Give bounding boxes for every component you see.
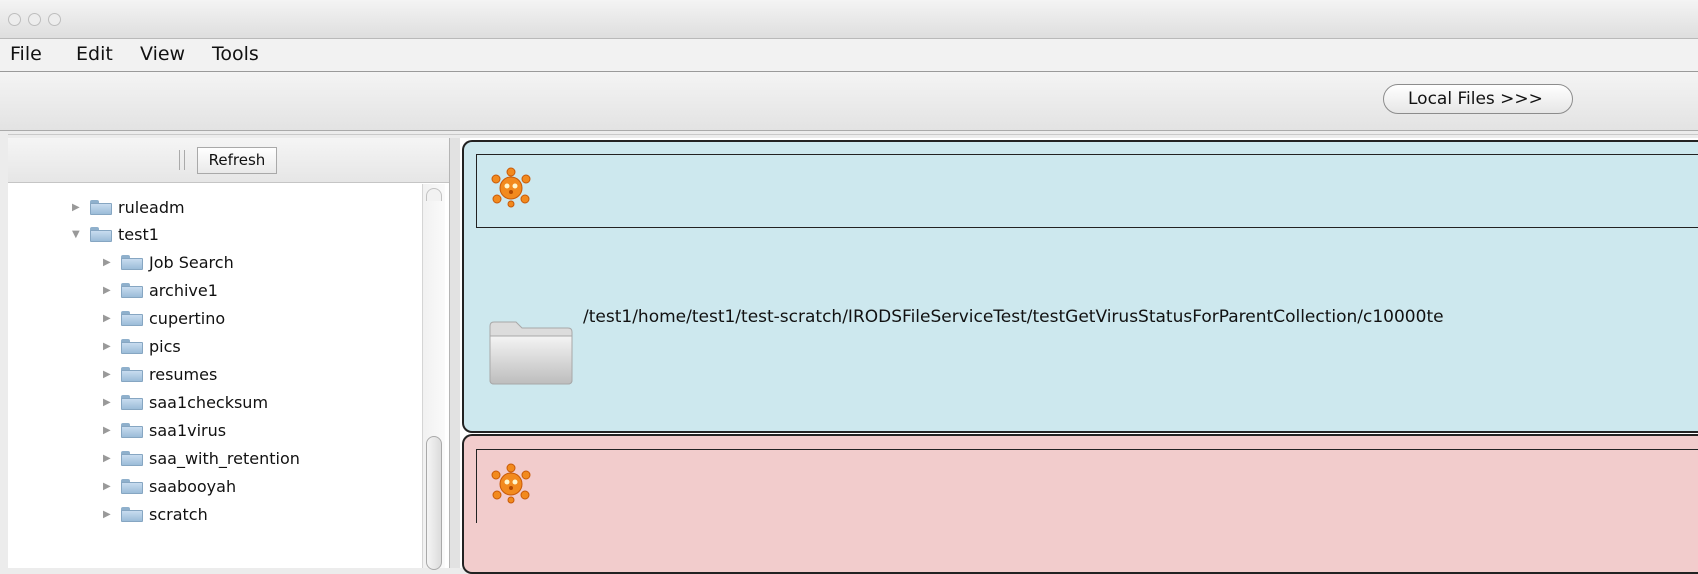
- folder-icon: [121, 478, 143, 494]
- tree-item-saa1virus[interactable]: ▶ saa1virus: [103, 417, 226, 443]
- tree-item-label: resumes: [149, 364, 218, 384]
- tree-item-test1[interactable]: ▼ test1: [72, 221, 159, 247]
- split-pane-divider[interactable]: [450, 138, 460, 568]
- local-files-button[interactable]: Local Files >>>: [1383, 84, 1573, 114]
- folder-icon: [121, 450, 143, 466]
- tree-item-saa1checksum[interactable]: ▶ saa1checksum: [103, 389, 268, 415]
- folder-icon: [121, 282, 143, 298]
- disclosure-right-icon[interactable]: ▶: [72, 202, 90, 213]
- window-titlebar: [0, 0, 1698, 39]
- menu-edit[interactable]: Edit: [76, 43, 113, 65]
- disclosure-right-icon[interactable]: ▶: [103, 481, 121, 492]
- folder-icon: [121, 366, 143, 382]
- menu-tools[interactable]: Tools: [212, 43, 259, 65]
- folder-icon: [121, 254, 143, 270]
- virus-icon: [488, 462, 534, 504]
- folder-icon: [121, 422, 143, 438]
- disclosure-right-icon[interactable]: ▶: [103, 453, 121, 464]
- disclosure-right-icon[interactable]: ▶: [103, 397, 121, 408]
- tree-item-scratch[interactable]: ▶ scratch: [103, 501, 208, 527]
- folder-icon: [121, 394, 143, 410]
- tree-item-label: saa1virus: [149, 420, 227, 440]
- collection-tree[interactable]: ▶ ruleadm ▼ test1 ▶ Job Search ▶ archive…: [8, 184, 420, 568]
- zoom-window-button[interactable]: [48, 13, 61, 26]
- scrollbar-top-cap: [426, 188, 442, 201]
- disclosure-right-icon[interactable]: ▶: [103, 425, 121, 436]
- disclosure-right-icon[interactable]: ▶: [103, 369, 121, 380]
- tree-item-label: pics: [149, 336, 181, 356]
- tree-item-saa-with-retention[interactable]: ▶ saa_with_retention: [103, 445, 300, 471]
- menubar: File Edit View Tools: [0, 39, 1698, 72]
- tree-item-archive1[interactable]: ▶ archive1: [103, 277, 218, 303]
- folder-icon: [90, 226, 112, 242]
- tree-item-pics[interactable]: ▶ pics: [103, 333, 181, 359]
- collection-folder-icon: [486, 318, 576, 388]
- virus-icon: [488, 166, 534, 208]
- menu-view[interactable]: View: [140, 43, 185, 65]
- tree-item-label: Job Search: [149, 252, 234, 272]
- tree-item-label: saabooyah: [149, 476, 237, 496]
- refresh-button[interactable]: Refresh: [197, 147, 277, 174]
- folder-icon: [121, 506, 143, 522]
- folder-icon: [90, 199, 112, 215]
- result-card-header: [476, 154, 1698, 228]
- tree-item-saabooyah[interactable]: ▶ saabooyah: [103, 473, 236, 499]
- toolbar-divider: [8, 134, 1698, 135]
- toolbar-grip-handle[interactable]: [179, 150, 185, 170]
- disclosure-right-icon[interactable]: ▶: [103, 285, 121, 296]
- tree-toolbar: Refresh: [8, 138, 449, 183]
- disclosure-right-icon[interactable]: ▶: [103, 257, 121, 268]
- tree-item-resumes[interactable]: ▶ resumes: [103, 361, 217, 387]
- close-window-button[interactable]: [8, 13, 21, 26]
- tree-scrollbar-thumb[interactable]: [426, 436, 442, 570]
- disclosure-right-icon[interactable]: ▶: [103, 509, 121, 520]
- tree-item-label: scratch: [149, 504, 208, 524]
- disclosure-right-icon[interactable]: ▶: [103, 341, 121, 352]
- minimize-window-button[interactable]: [28, 13, 41, 26]
- tree-item-label: ruleadm: [118, 197, 185, 217]
- tree-item-label: archive1: [149, 280, 218, 300]
- tree-item-label: cupertino: [149, 308, 226, 328]
- collection-path-text: /test1/home/test1/test-scratch/IRODSFile…: [583, 307, 1444, 327]
- menu-file[interactable]: File: [10, 43, 42, 65]
- disclosure-right-icon[interactable]: ▶: [103, 313, 121, 324]
- folder-icon: [121, 310, 143, 326]
- tree-panel: Refresh ▶ ruleadm ▼ test1 ▶ Job Search ▶…: [8, 138, 450, 570]
- tree-item-ruleadm[interactable]: ▶ ruleadm: [72, 194, 185, 220]
- tree-item-label: saa_with_retention: [149, 448, 300, 468]
- disclosure-down-icon[interactable]: ▼: [72, 229, 90, 240]
- tree-item-label: test1: [118, 224, 159, 244]
- tree-item-cupertino[interactable]: ▶ cupertino: [103, 305, 225, 331]
- result-card-header: [476, 449, 1698, 523]
- tree-item-job-search[interactable]: ▶ Job Search: [103, 249, 234, 275]
- main-toolbar: Local Files >>>: [0, 72, 1698, 131]
- tree-item-label: saa1checksum: [149, 392, 269, 412]
- folder-icon: [121, 338, 143, 354]
